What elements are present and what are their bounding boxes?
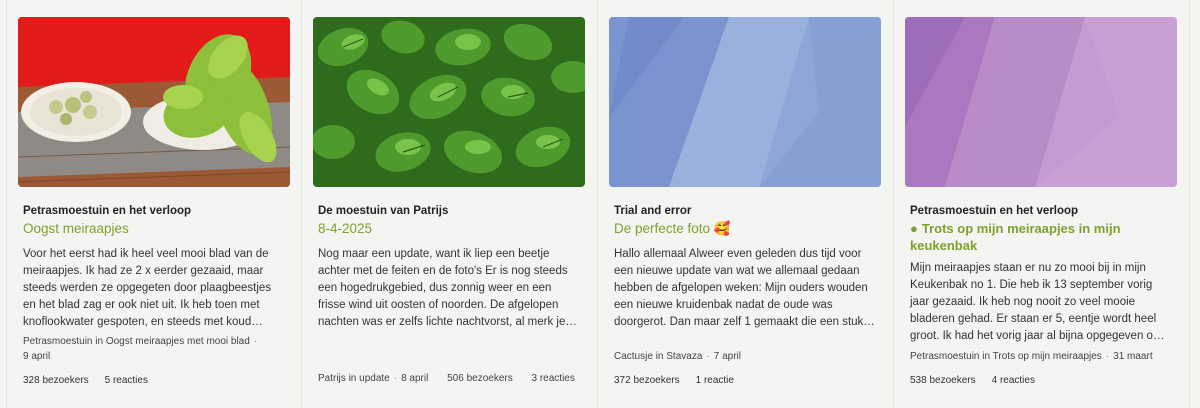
post-author[interactable]: Cactusje [614,351,653,362]
reaction-count[interactable]: 5 reacties [105,375,148,386]
post-excerpt: Voor het eerst had ik heel veel mooi bla… [23,248,272,328]
post-card[interactable]: Trial and error De perfecte foto 🥰 Hallo… [598,0,894,408]
blog-name[interactable]: Trial and error [614,204,882,218]
reaction-count[interactable]: 3 reacties [532,373,575,384]
visitor-count: 538 bezoekers [910,375,976,386]
visitor-count: 372 bezoekers [614,375,680,386]
post-stats: 538 bezoekers 4 reacties [910,375,1035,386]
post-meta: Petrasmoestuin in Trots op mijn meiraapj… [910,349,1179,364]
post-category[interactable]: Trots op mijn meiraapjes [993,351,1102,362]
post-author[interactable]: Petrasmoestuin [23,336,92,347]
post-excerpt: Nog maar een update, want ik liep een be… [318,248,577,328]
post-author[interactable]: Patrijs [318,373,346,384]
post-title-text: Trots op mijn meiraapjes in mijn keukenb… [910,221,1121,253]
visitor-count: 506 bezoekers [447,373,513,384]
post-title-text: De perfecte foto [614,221,711,236]
in-label: in [655,351,664,362]
post-title[interactable]: 8-4-2025 [318,220,586,237]
post-excerpt: Hallo allemaal Alweer even geleden dus t… [614,248,875,328]
post-date: 9 april [23,351,51,362]
post-meta: Cactusje in Stavaza · 7 april [614,349,883,364]
visitor-count: 328 bezoekers [23,375,89,386]
blog-name[interactable]: De moestuin van Patrijs [318,204,586,218]
meta-separator: · [1105,351,1110,362]
post-author[interactable]: Petrasmoestuin [910,351,979,362]
in-label: in [348,373,357,384]
post-meta: Patrijs in update · 8 april 506 bezoekers … [318,371,587,386]
post-title[interactable]: De perfecte foto 🥰 [614,220,882,237]
post-card[interactable]: Petrasmoestuin en het verloop Oogst meir… [6,0,302,408]
smiling-face-emoji: 🥰 [713,221,731,236]
post-image-placeholder-purple[interactable] [905,17,1177,187]
post-title[interactable]: Oogst meiraapjes [23,220,290,237]
post-card[interactable]: De moestuin van Patrijs 8-4-2025 Nog maa… [302,0,598,408]
reaction-count[interactable]: 4 reacties [992,375,1035,386]
post-category[interactable]: update [359,373,390,384]
post-category[interactable]: Stavaza [666,351,702,362]
post-excerpt: Mijn meiraapjes staan er nu zo mooi bij … [910,262,1165,342]
in-label: in [982,351,991,362]
post-meta: Petrasmoestuin in Oogst meiraapjes met m… [23,334,291,364]
post-image-placeholder-blue[interactable] [609,17,881,187]
post-stats: 372 bezoekers 1 reactie [614,375,734,386]
reaction-count[interactable]: 1 reactie [696,375,734,386]
in-label: in [95,336,104,347]
post-image-radish-harvest[interactable] [18,17,290,187]
post-date: 8 april [401,373,429,384]
bullet-dot-icon: ● [910,221,918,236]
meta-separator: · [253,336,258,347]
blog-name[interactable]: Petrasmoestuin en het verloop [910,204,1178,218]
meta-separator: · [393,373,398,384]
post-category[interactable]: Oogst meiraapjes met mooi blad [106,336,250,347]
post-date: 31 maart [1113,351,1153,362]
meta-separator: · [706,351,710,362]
post-stats: 328 bezoekers 5 reacties [23,375,148,386]
blog-post-grid: Petrasmoestuin en het verloop Oogst meir… [0,0,1200,408]
blog-name[interactable]: Petrasmoestuin en het verloop [23,204,290,218]
post-image-spinach[interactable] [313,17,585,187]
post-card[interactable]: Petrasmoestuin en het verloop ● Trots op … [894,0,1190,408]
post-date: 7 april [713,351,741,362]
post-title[interactable]: ● Trots op mijn meiraapjes in mijn keuken… [910,220,1178,254]
